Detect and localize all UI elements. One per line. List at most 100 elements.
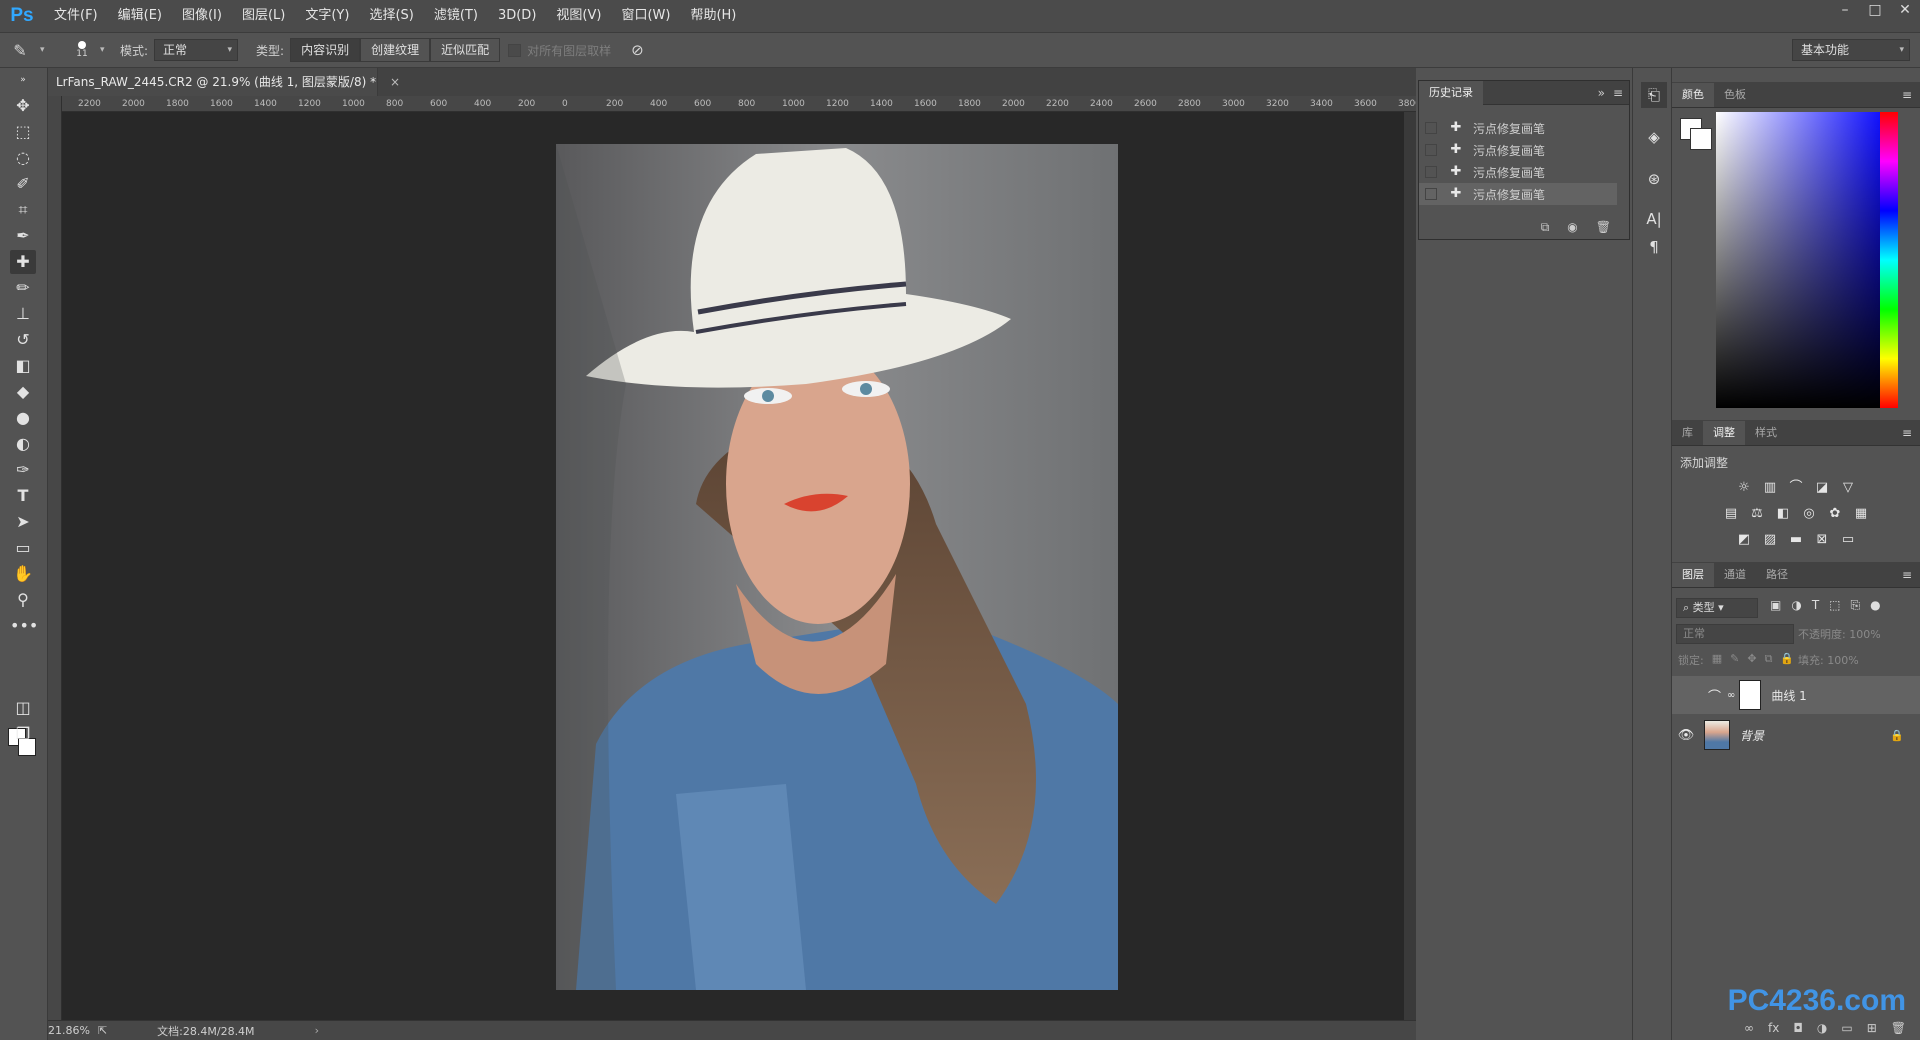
smart-object-filter-icon[interactable]: ⎘ <box>1851 598 1861 613</box>
lock-position-icon[interactable]: ✥ <box>1747 652 1756 668</box>
more-tools-icon[interactable]: ••• <box>10 614 38 638</box>
link-icon[interactable]: ∞ <box>1727 690 1735 701</box>
brush-tool-icon[interactable]: ✏ <box>10 276 36 300</box>
type-proximity-match-button[interactable]: 近似匹配 <box>430 38 501 62</box>
history-checkbox[interactable] <box>1425 188 1437 200</box>
history-item[interactable]: ✚ 污点修复画笔 <box>1419 161 1617 183</box>
menu-type[interactable]: 文字(Y) <box>295 0 359 32</box>
type-filter-icon[interactable]: T <box>1812 598 1819 613</box>
menu-layer[interactable]: 图层(L) <box>232 0 295 32</box>
panel-menu-icon[interactable]: ≡ <box>1902 88 1912 102</box>
history-panel-icon[interactable]: ⎗ <box>1641 82 1667 108</box>
hue-saturation-icon[interactable]: ▤ <box>1721 504 1741 524</box>
layer-filter-select[interactable]: ⌕ 类型 ▾ <box>1676 598 1758 618</box>
menu-view[interactable]: 视图(V) <box>546 0 611 32</box>
hand-tool-icon[interactable]: ✋ <box>10 562 36 586</box>
status-arrow-icon[interactable]: › <box>315 1024 319 1037</box>
menu-image[interactable]: 图像(I) <box>172 0 232 32</box>
opacity-control[interactable]: 不透明度: 100% <box>1798 626 1881 642</box>
collapse-panel-icon[interactable]: » <box>1598 86 1605 100</box>
dodge-tool-icon[interactable]: ◐ <box>10 432 36 456</box>
spot-healing-brush-icon[interactable]: ✎ <box>0 41 40 60</box>
adjustment-filter-icon[interactable]: ◑ <box>1791 598 1801 613</box>
crop-tool-icon[interactable]: ⌗ <box>10 198 36 222</box>
channel-mixer-icon[interactable]: ✿ <box>1825 504 1845 524</box>
shape-filter-icon[interactable]: ⬚ <box>1829 598 1840 613</box>
exposure-icon[interactable]: ◪ <box>1812 478 1832 498</box>
zoom-tool-icon[interactable]: ⚲ <box>10 588 36 612</box>
minimize-button[interactable]: – <box>1830 0 1860 22</box>
lock-transparency-icon[interactable]: ▦ <box>1712 652 1722 668</box>
black-white-icon[interactable]: ◧ <box>1773 504 1793 524</box>
lock-all-icon[interactable]: 🔒 <box>1780 652 1794 668</box>
tab-paths[interactable]: 路径 <box>1756 563 1798 587</box>
quick-select-tool-icon[interactable]: ✐ <box>10 172 36 196</box>
rectangle-tool-icon[interactable]: ▭ <box>10 536 36 560</box>
menu-window[interactable]: 窗口(W) <box>611 0 680 32</box>
history-checkbox[interactable] <box>1425 166 1437 178</box>
posterize-icon[interactable]: ▨ <box>1760 530 1780 550</box>
document-tab[interactable]: LrFans_RAW_2445.CR2 @ 21.9% (曲线 1, 图层蒙版/… <box>48 68 400 96</box>
threshold-icon[interactable]: ▬ <box>1786 530 1806 550</box>
close-button[interactable]: ✕ <box>1890 0 1920 22</box>
quick-mask-icon[interactable]: ◫ <box>10 696 36 720</box>
character-panel-icon[interactable]: A| <box>1641 206 1667 232</box>
tab-color[interactable]: 颜色 <box>1672 82 1714 107</box>
spot-healing-tool-icon[interactable]: ✚ <box>10 250 36 274</box>
close-tab-icon[interactable]: × <box>390 75 400 89</box>
curves-icon[interactable]: ⌒ <box>1786 478 1806 498</box>
panel-menu-icon[interactable]: ≡ <box>1613 86 1623 100</box>
menu-help[interactable]: 帮助(H) <box>680 0 746 32</box>
properties-panel-icon[interactable]: ◈ <box>1641 124 1667 150</box>
photo-filter-icon[interactable]: ◎ <box>1799 504 1819 524</box>
pressure-size-icon[interactable]: ⊘ <box>631 41 644 59</box>
collapse-icon[interactable]: » <box>10 74 36 86</box>
trash-icon[interactable]: 🗑 <box>1891 1021 1906 1035</box>
blend-mode-select[interactable]: 正常 <box>1676 624 1794 644</box>
trash-icon[interactable]: 🗑 <box>1596 220 1611 234</box>
new-adjustment-icon[interactable]: ◑ <box>1817 1021 1827 1035</box>
export-icon[interactable]: ⇱ <box>98 1024 107 1037</box>
tab-adjustments[interactable]: 调整 <box>1703 420 1745 445</box>
selective-color-icon[interactable]: ⊠ <box>1812 530 1832 550</box>
move-tool-icon[interactable]: ✥ <box>10 94 36 118</box>
paragraph-panel-icon[interactable]: ¶ <box>1641 234 1667 260</box>
history-item-selected[interactable]: ✚ 污点修复画笔 <box>1419 183 1617 205</box>
lock-pixels-icon[interactable]: ✎ <box>1730 652 1739 668</box>
new-layer-icon[interactable]: ⊞ <box>1867 1021 1877 1035</box>
new-group-icon[interactable]: ▭ <box>1841 1021 1852 1035</box>
zoom-level[interactable]: 21.86% <box>48 1024 90 1037</box>
history-checkbox[interactable] <box>1425 144 1437 156</box>
link-layers-icon[interactable]: ∞ <box>1744 1021 1754 1035</box>
marquee-tool-icon[interactable]: ⬚ <box>10 120 36 144</box>
eyedropper-tool-icon[interactable]: ✒ <box>10 224 36 248</box>
type-tool-icon[interactable]: T <box>10 484 36 508</box>
tab-layers[interactable]: 图层 <box>1672 562 1714 587</box>
clone-source-icon[interactable]: ⊛ <box>1641 166 1667 192</box>
snapshot-camera-icon[interactable]: ◉ <box>1567 220 1577 234</box>
fx-icon[interactable]: fx <box>1768 1021 1779 1035</box>
type-content-aware-button[interactable]: 内容识别 <box>290 38 361 62</box>
menu-filter[interactable]: 滤镜(T) <box>424 0 488 32</box>
menu-edit[interactable]: 编辑(E) <box>108 0 172 32</box>
sample-all-layers-checkbox[interactable] <box>508 43 522 57</box>
pen-tool-icon[interactable]: ✑ <box>10 458 36 482</box>
path-select-tool-icon[interactable]: ➤ <box>10 510 36 534</box>
history-item[interactable]: ✚ 污点修复画笔 <box>1419 117 1617 139</box>
tab-swatches[interactable]: 色板 <box>1714 83 1756 107</box>
tab-channels[interactable]: 通道 <box>1714 563 1756 587</box>
chevron-down-icon[interactable]: ▾ <box>100 45 114 55</box>
brush-preset-picker[interactable]: 11 <box>64 41 100 59</box>
lock-artboard-icon[interactable]: ⧉ <box>1765 652 1773 668</box>
gradient-map-icon[interactable]: ▭ <box>1838 530 1858 550</box>
panel-menu-icon[interactable]: ≡ <box>1902 568 1912 582</box>
add-mask-icon[interactable]: ◘ <box>1793 1021 1803 1035</box>
screen-mode-icon[interactable]: ❐ <box>10 722 36 746</box>
hue-slider[interactable] <box>1880 112 1898 408</box>
tab-history[interactable]: 历史记录 <box>1419 80 1483 105</box>
levels-icon[interactable]: ▥ <box>1760 478 1780 498</box>
layer-name[interactable]: 曲线 1 <box>1771 687 1806 704</box>
new-document-from-state-icon[interactable]: ⧉ <box>1541 220 1550 235</box>
workspace-select[interactable]: 基本功能 ▾ <box>1792 39 1910 61</box>
menu-select[interactable]: 选择(S) <box>359 0 423 32</box>
